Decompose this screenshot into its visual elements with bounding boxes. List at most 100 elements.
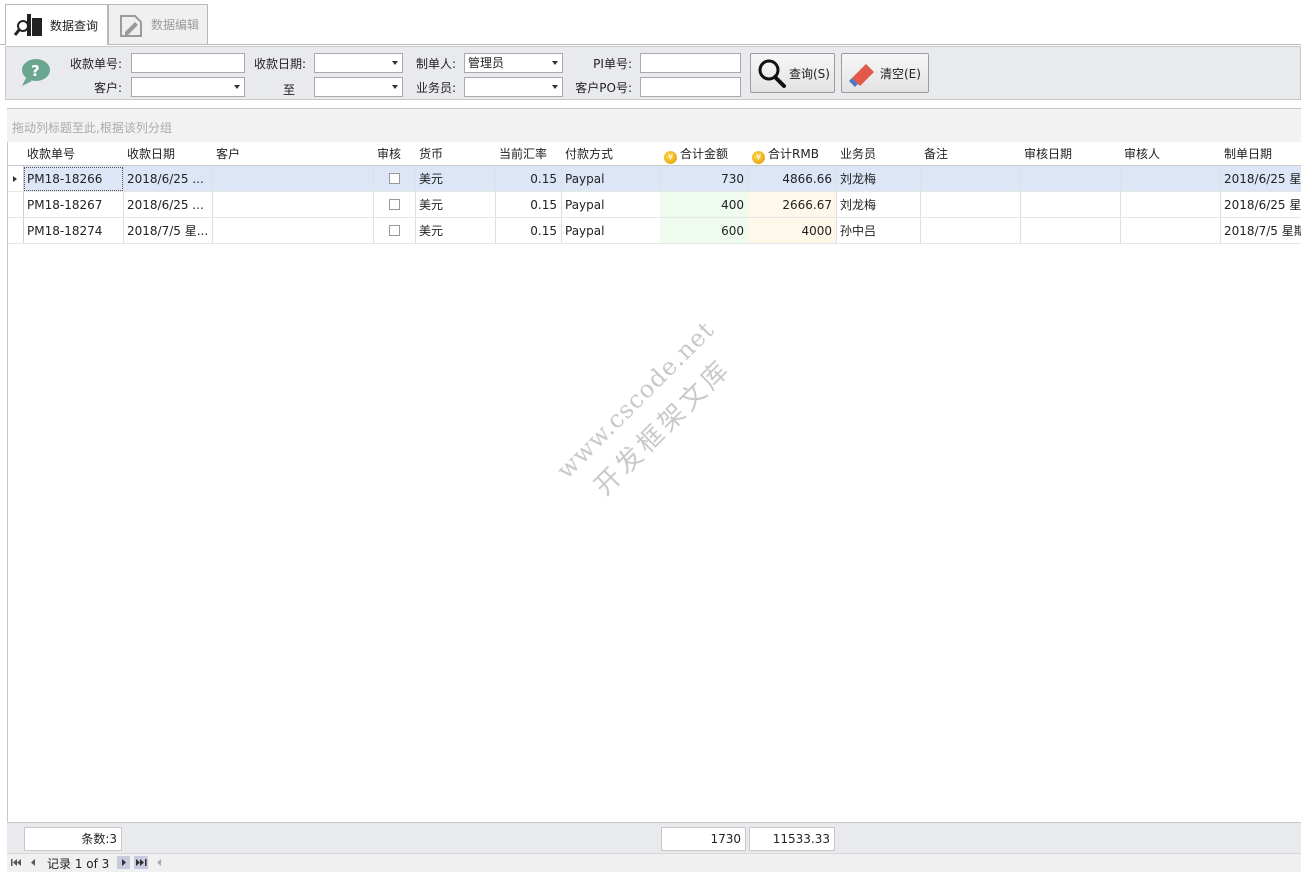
coin-icon: ¥ (752, 151, 765, 164)
cell-note[interactable] (920, 166, 1021, 192)
cell-receipt-date[interactable]: 2018/6/25 ... (123, 166, 213, 192)
column-header[interactable]: 收款日期 (123, 142, 213, 166)
customer-po-input[interactable] (640, 77, 741, 97)
cell-receipt-date[interactable]: 2018/7/5 星... (123, 218, 213, 244)
cell-auditor[interactable] (1120, 218, 1221, 244)
cell-amount[interactable]: 600 (660, 218, 749, 244)
cell-rmb[interactable]: 2666.67 (748, 192, 837, 218)
cell-receipt-no[interactable]: PM18-18266 (23, 166, 124, 192)
cell-payment[interactable]: Paypal (561, 192, 661, 218)
customer-select[interactable] (131, 77, 245, 97)
chevron-down-icon (234, 85, 240, 89)
last-record-icon[interactable] (134, 856, 148, 869)
cell-rate[interactable]: 0.15 (495, 192, 562, 218)
column-header[interactable]: 当前汇率 (495, 142, 562, 166)
help-icon[interactable]: ? (18, 56, 52, 88)
column-header[interactable]: 客户 (212, 142, 374, 166)
clear-button[interactable]: 清空(E) (841, 53, 929, 93)
cell-created[interactable]: 2018/6/25 星... (1220, 166, 1301, 192)
cell-audit[interactable] (373, 218, 416, 244)
cell-currency[interactable]: 美元 (415, 192, 496, 218)
coin-icon: ¥ (664, 151, 677, 164)
audit-checkbox[interactable] (389, 173, 400, 184)
table-row[interactable]: PM18-18266 2018/6/25 ... 美元 0.15 Paypal … (8, 166, 1301, 192)
customer-po-label: 客户PO号: (575, 81, 632, 95)
cell-note[interactable] (920, 218, 1021, 244)
cell-auditor[interactable] (1120, 166, 1221, 192)
cell-rmb[interactable]: 4866.66 (748, 166, 837, 192)
cell-audit-date[interactable] (1020, 192, 1121, 218)
chevron-down-icon (392, 61, 398, 65)
tab-data-edit[interactable]: 数据编辑 (108, 4, 208, 44)
row-indicator (8, 192, 24, 218)
pi-no-label: PI单号: (593, 57, 632, 71)
column-header[interactable]: 收款单号 (23, 142, 124, 166)
cell-currency[interactable]: 美元 (415, 166, 496, 192)
cell-customer[interactable] (212, 218, 374, 244)
cell-rate[interactable]: 0.15 (495, 218, 562, 244)
cell-salesman[interactable]: 刘龙梅 (836, 166, 921, 192)
column-header[interactable]: 审核人 (1120, 142, 1221, 166)
search-icon (14, 14, 42, 36)
creator-select[interactable]: 管理员 (464, 53, 563, 73)
salesman-select[interactable] (464, 77, 563, 97)
cell-payment[interactable]: Paypal (561, 218, 661, 244)
cell-created[interactable]: 2018/7/5 星期 (1220, 218, 1301, 244)
first-record-icon[interactable] (10, 857, 22, 868)
column-header-amount[interactable]: ¥ 合计金额 (660, 142, 749, 166)
receipt-date-to-select[interactable] (314, 77, 403, 97)
cell-note[interactable] (920, 192, 1021, 218)
receipt-no-input[interactable] (131, 53, 245, 73)
edit-icon (120, 14, 142, 37)
cell-payment[interactable]: Paypal (561, 166, 661, 192)
column-header[interactable]: 审核 (373, 142, 416, 166)
chevron-down-icon (392, 85, 398, 89)
data-grid: 收款单号 收款日期 客户 审核 货币 当前汇率 付款方式 ¥ 合计金额 ¥ 合计RM… (7, 142, 1301, 824)
column-header-rmb[interactable]: ¥ 合计RMB (748, 142, 837, 166)
cell-audit[interactable] (373, 166, 416, 192)
tab-data-query-label: 数据查询 (50, 18, 99, 33)
record-status-text: 记录 1 of 3 (47, 857, 110, 871)
cell-currency[interactable]: 美元 (415, 218, 496, 244)
pi-no-input[interactable] (640, 53, 741, 73)
svg-text:?: ? (31, 62, 40, 80)
column-header[interactable]: 审核日期 (1020, 142, 1121, 166)
query-button[interactable]: 查询(S) (750, 53, 835, 93)
column-header[interactable]: 付款方式 (561, 142, 661, 166)
cell-amount[interactable]: 400 (660, 192, 749, 218)
customer-label: 客户: (93, 81, 122, 95)
group-hint-text: 拖动列标题至此,根据该列分组 (12, 121, 172, 135)
column-header[interactable]: 备注 (920, 142, 1021, 166)
salesman-label: 业务员: (415, 81, 456, 95)
row-count-summary: 条数:3 (24, 827, 122, 851)
column-header[interactable]: 业务员 (836, 142, 921, 166)
cell-auditor[interactable] (1120, 192, 1221, 218)
tab-data-query[interactable]: 数据查询 (5, 4, 108, 45)
cell-receipt-date[interactable]: 2018/6/25 ... (123, 192, 213, 218)
next-record-icon[interactable] (117, 856, 130, 869)
cell-audit-date[interactable] (1020, 218, 1121, 244)
audit-checkbox[interactable] (389, 225, 400, 236)
cell-salesman[interactable]: 刘龙梅 (836, 192, 921, 218)
rmb-total: 11533.33 (749, 827, 835, 851)
table-row[interactable]: PM18-18267 2018/6/25 ... 美元 0.15 Paypal … (8, 192, 1301, 218)
cell-customer[interactable] (212, 166, 374, 192)
column-header[interactable]: 货币 (415, 142, 496, 166)
cell-rate[interactable]: 0.15 (495, 166, 562, 192)
cell-receipt-no[interactable]: PM18-18267 (23, 192, 124, 218)
cell-created[interactable]: 2018/6/25 星... (1220, 192, 1301, 218)
cell-amount[interactable]: 730 (660, 166, 749, 192)
prev-record-icon[interactable] (28, 857, 38, 868)
cell-receipt-no[interactable]: PM18-18274 (23, 218, 124, 244)
cell-rmb[interactable]: 4000 (748, 218, 837, 244)
table-row[interactable]: PM18-18274 2018/7/5 星... 美元 0.15 Paypal … (8, 218, 1301, 244)
cell-audit-date[interactable] (1020, 166, 1121, 192)
group-panel[interactable]: 拖动列标题至此,根据该列分组 (7, 108, 1301, 143)
cell-customer[interactable] (212, 192, 374, 218)
audit-checkbox[interactable] (389, 199, 400, 210)
cell-salesman[interactable]: 孙中吕 (836, 218, 921, 244)
append-record-icon[interactable] (154, 857, 164, 868)
column-header[interactable]: 制单日期 (1220, 142, 1301, 166)
cell-audit[interactable] (373, 192, 416, 218)
receipt-date-from-select[interactable] (314, 53, 403, 73)
